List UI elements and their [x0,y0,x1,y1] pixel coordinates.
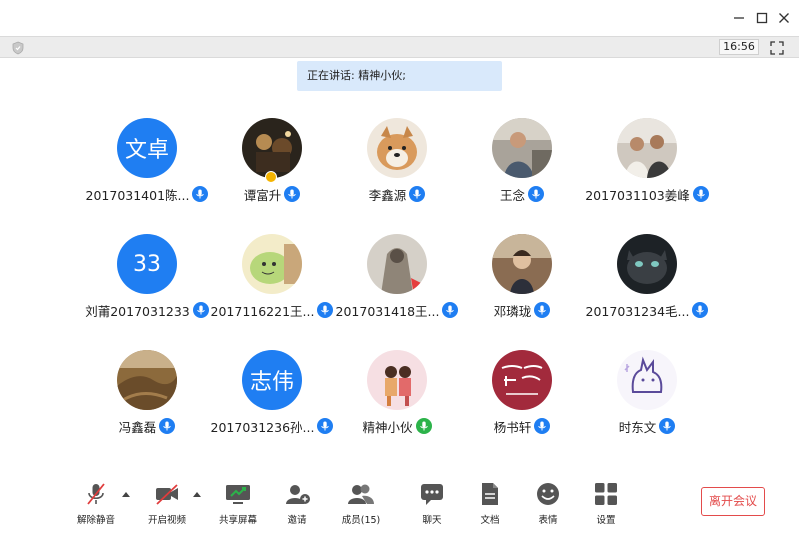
avatar [117,350,177,410]
participant-name: 时东文 [618,419,657,435]
chevron-up-icon[interactable] [193,491,201,497]
participant-name: 2017116221王... [210,303,315,319]
participant-tile[interactable]: 33 刘莆2017031233 [77,234,217,344]
participant-tile[interactable]: 时东文 [577,350,717,460]
settings-label: 设置 [596,515,616,526]
avatar: 志伟 [242,350,302,410]
participant-name: 邓璘珑 [493,303,532,319]
document-icon [482,483,498,505]
reactions-button[interactable]: 表情 [518,482,578,526]
participant-tile[interactable]: 李鑫源 [327,118,467,228]
participant-tile[interactable]: 文卓 2017031401陈... [77,118,217,228]
participant-name: 2017031234毛... [585,303,690,319]
mic-icon [659,418,676,434]
participant-name: 精神小伙 [362,419,413,435]
participant-tile[interactable]: 2017031103姜峰 [577,118,717,228]
settings-grid-icon [595,483,617,505]
avatar: 33 [117,234,177,294]
participant-tile[interactable]: 2017116221王... [202,234,342,344]
members-label: 成员(15) [341,515,381,526]
share-screen-label: 共享屏幕 [218,515,257,526]
participant-name: 李鑫源 [368,187,407,203]
avatar [617,234,677,294]
mic-muted-icon [87,483,105,505]
members-button[interactable]: 成员(15) [331,482,391,526]
avatar [492,350,552,410]
participant-tile[interactable]: 王念 [452,118,592,228]
participant-name: 王念 [499,187,525,203]
mic-icon [692,302,709,318]
unmute-button[interactable]: 解除静音 [66,482,126,526]
mic-icon [534,418,551,434]
docs-button[interactable]: 文档 [460,482,520,526]
participant-tile[interactable]: 2017031418王... [327,234,467,344]
participant-name: 2017031418王... [335,303,440,319]
mic-icon [692,186,709,202]
participant-tile[interactable]: 志伟 2017031236孙... [202,350,342,460]
avatar [492,118,552,178]
participant-tile[interactable]: 杨书轩 [452,350,592,460]
participant-tile[interactable]: 精神小伙 [327,350,467,460]
avatar [367,350,427,410]
participant-name: 刘莆2017031233 [85,303,190,319]
participant-tile[interactable]: 邓璘珑 [452,234,592,344]
avatar [492,234,552,294]
reactions-label: 表情 [538,515,558,526]
participant-tile[interactable]: 谭富升 [202,118,342,228]
participant-tile[interactable]: 冯鑫磊 [77,350,217,460]
start-video-label: 开启视频 [147,515,186,526]
camera-off-icon [156,484,178,505]
avatar [617,118,677,178]
mic-icon [534,302,551,318]
start-video-button[interactable]: 开启视频 [137,482,197,526]
unmute-label: 解除静音 [76,515,115,526]
participant-name: 2017031236孙... [210,419,315,435]
invite-button[interactable]: 邀请 [267,482,327,526]
participant-grid: 文卓 2017031401陈... 谭富升 李鑫源 王念 2017031103姜… [0,0,799,533]
meeting-toolbar: 解除静音 开启视频 共享屏幕 邀请 成员(15) 聊天 文档 表情 设置 [0,470,799,533]
mic-icon [528,186,544,202]
participant-name: 谭富升 [243,187,282,203]
members-icon [348,484,374,504]
share-screen-button[interactable]: 共享屏幕 [208,482,268,526]
avatar [617,350,677,410]
share-screen-icon [226,485,250,504]
participant-name: 2017031401陈... [85,187,190,203]
mic-icon [409,186,426,202]
participant-tile[interactable]: 2017031234毛... [577,234,717,344]
participant-name: 杨书轩 [493,419,532,435]
chat-icon [421,484,443,505]
avatar: 文卓 [117,118,177,178]
avatar [242,234,302,294]
avatar [367,234,427,294]
chat-label: 聊天 [422,515,442,526]
host-badge [265,171,277,183]
mic-speaking-icon [415,418,432,434]
chevron-up-icon[interactable] [122,491,130,497]
invite-label: 邀请 [287,515,307,526]
mic-icon [159,418,176,434]
avatar [367,118,427,178]
participant-name: 冯鑫磊 [118,419,157,435]
smile-icon [537,483,559,505]
mic-icon [284,186,301,202]
settings-button[interactable]: 设置 [576,482,636,526]
add-user-icon [286,485,310,504]
participant-name: 2017031103姜峰 [585,187,690,203]
avatar [242,118,302,178]
leave-meeting-button[interactable]: 离开会议 [701,487,765,516]
docs-label: 文档 [480,515,500,526]
chat-button[interactable]: 聊天 [402,482,462,526]
